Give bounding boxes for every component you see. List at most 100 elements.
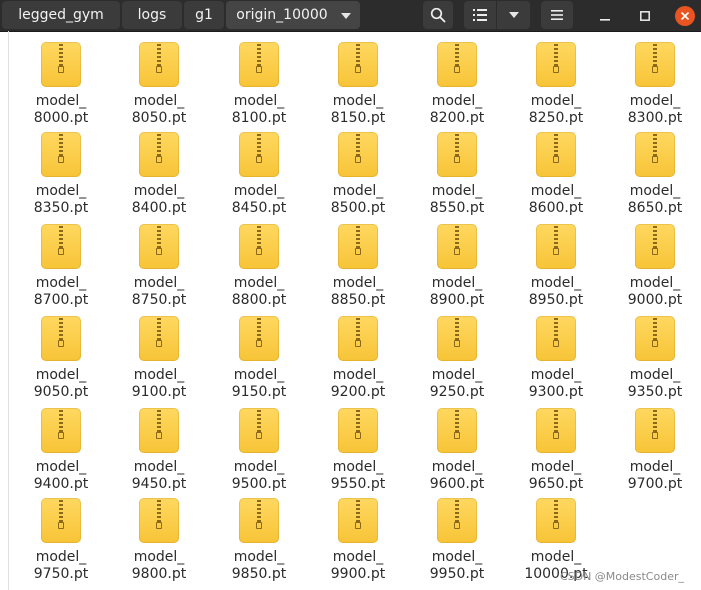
zipper-icon [455,134,459,158]
zipper-pull-icon [256,340,262,347]
file-item[interactable]: model_ 8450.pt [214,131,304,217]
file-name: model_ 8300.pt [627,93,683,126]
zipper-pull-icon [553,248,559,255]
file-item[interactable]: model_ 8950.pt [511,223,601,309]
zipper-pull-icon [553,522,559,529]
file-item[interactable]: model_ 8700.pt [16,223,106,309]
file-name: model_ 8650.pt [627,183,683,216]
zipper-pull-icon [156,156,162,163]
minimize-button[interactable] [590,0,620,31]
breadcrumb-g1[interactable]: g1 [184,1,224,29]
file-item[interactable]: model_ 9150.pt [214,315,304,401]
file-item[interactable]: model_ 9450.pt [114,407,204,493]
file-item[interactable]: model_ 8600.pt [511,131,601,217]
archive-file-icon [536,408,576,453]
file-item[interactable]: model_ 8350.pt [16,131,106,217]
chevron-down-icon [508,12,519,18]
file-item[interactable]: model_ 8800.pt [214,223,304,309]
archive-file-icon [139,408,179,453]
file-item[interactable]: model_ 9050.pt [16,315,106,401]
zipper-pull-icon [553,340,559,347]
close-button[interactable] [670,0,700,31]
zipper-pull-icon [652,248,658,255]
main-menu-button[interactable] [541,1,573,29]
file-item[interactable]: model_ 9300.pt [511,315,601,401]
file-item[interactable]: model_ 8300.pt [610,41,700,127]
zipper-icon [257,410,261,434]
file-item[interactable]: model_ 9950.pt [412,497,502,583]
file-item[interactable]: model_ 8550.pt [412,131,502,217]
file-item[interactable]: model_ 9250.pt [412,315,502,401]
list-view-button[interactable] [464,1,496,29]
file-item[interactable]: model_ 9650.pt [511,407,601,493]
file-item[interactable]: model_ 9350.pt [610,315,700,401]
maximize-button[interactable] [630,0,660,31]
file-item[interactable]: model_ 8400.pt [114,131,204,217]
file-item[interactable]: model_ 8750.pt [114,223,204,309]
file-name: model_ 8500.pt [330,183,386,216]
file-item[interactable]: model_ 9000.pt [610,223,700,309]
file-item[interactable]: model_ 8150.pt [313,41,403,127]
file-name: model_ 8600.pt [528,183,584,216]
archive-file-icon [41,408,81,453]
zipper-icon [257,500,261,524]
file-item[interactable]: model_ 9750.pt [16,497,106,583]
file-item[interactable]: model_ 8000.pt [16,41,106,127]
breadcrumb-logs[interactable]: logs [122,1,182,29]
zipper-pull-icon [58,248,64,255]
archive-file-icon [239,132,279,177]
file-item[interactable]: model_ 9800.pt [114,497,204,583]
file-item[interactable]: model_ 8850.pt [313,223,403,309]
file-name: model_ 9850.pt [231,549,287,582]
file-name: model_ 8000.pt [33,93,89,126]
zipper-icon [653,226,657,250]
zipper-icon [653,134,657,158]
file-item[interactable]: model_ 9200.pt [313,315,403,401]
zipper-icon [356,410,360,434]
header-bar: legged_gym logs g1 origin_10000 [0,0,701,32]
zipper-icon [455,318,459,342]
file-item[interactable]: model_ 9100.pt [114,315,204,401]
file-item[interactable]: model_ 8250.pt [511,41,601,127]
file-item[interactable]: model_ 8200.pt [412,41,502,127]
file-item[interactable]: model_ 9600.pt [412,407,502,493]
zipper-pull-icon [256,66,262,73]
file-item[interactable]: model_ 8900.pt [412,223,502,309]
archive-file-icon [139,498,179,543]
archive-file-icon [41,498,81,543]
archive-file-icon [239,224,279,269]
file-item[interactable]: model_ 9550.pt [313,407,403,493]
archive-file-icon [139,316,179,361]
file-name: model_ 8350.pt [33,183,89,216]
file-grid: model_ 8000.pt model_ 8050.pt model_ 8100.… [0,31,701,590]
list-view-icon [473,9,487,21]
zipper-icon [157,226,161,250]
archive-file-icon [437,408,477,453]
file-name: model_ 8250.pt [528,93,584,126]
view-options-button[interactable] [497,1,530,29]
archive-file-icon [41,42,81,87]
zipper-pull-icon [355,340,361,347]
file-item[interactable]: model_ 9400.pt [16,407,106,493]
zipper-icon [554,226,558,250]
breadcrumb-legged-gym[interactable]: legged_gym [2,1,120,29]
file-item[interactable]: model_ 8050.pt [114,41,204,127]
file-name: model_ 9400.pt [33,459,89,492]
search-button[interactable] [423,1,453,29]
zipper-icon [455,226,459,250]
file-item[interactable]: model_ 9900.pt [313,497,403,583]
zipper-icon [59,44,63,68]
file-item[interactable]: model_ 8500.pt [313,131,403,217]
file-item[interactable]: model_ 8100.pt [214,41,304,127]
zipper-icon [356,226,360,250]
zipper-pull-icon [58,66,64,73]
archive-file-icon [536,42,576,87]
zipper-icon [59,410,63,434]
archive-file-icon [41,132,81,177]
file-item[interactable]: model_ 9850.pt [214,497,304,583]
file-name: model_ 9900.pt [330,549,386,582]
breadcrumb-origin-10000[interactable]: origin_10000 [226,1,360,29]
file-item[interactable]: model_ 9700.pt [610,407,700,493]
file-item[interactable]: model_ 8650.pt [610,131,700,217]
file-item[interactable]: model_ 9500.pt [214,407,304,493]
